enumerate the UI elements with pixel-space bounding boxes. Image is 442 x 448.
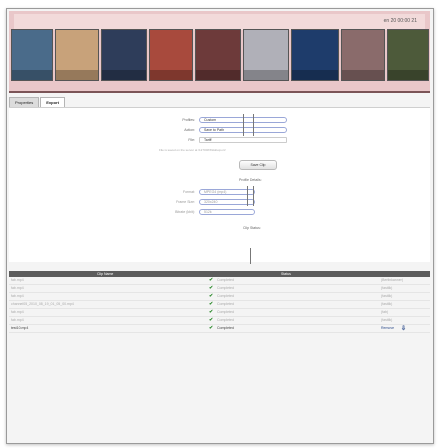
tab-export[interactable]: Export: [40, 97, 65, 107]
clip-name: fab.mp4: [11, 310, 24, 314]
clip-status: Completed: [217, 326, 234, 330]
check-icon: ✔: [209, 317, 214, 323]
clip-user: (fastilk): [381, 286, 393, 290]
check-icon: ✔: [209, 301, 214, 307]
divider: [243, 114, 244, 136]
frame-size-label: Frame Size:: [176, 200, 195, 204]
bitrate-label: Bitrate (kbit):: [175, 210, 195, 214]
table-row[interactable]: test10.mp4 ✔ Completed Remove ⇩: [9, 325, 430, 333]
check-icon: ✔: [209, 325, 214, 331]
filmstrip-timestamp: en 20 00:00 21: [383, 18, 417, 24]
video-thumbnail[interactable]: [387, 29, 429, 81]
clip-status: Completed: [217, 310, 234, 314]
divider: [253, 114, 254, 136]
format-label: Format:: [182, 190, 195, 194]
status-header[interactable]: Status: [281, 272, 291, 276]
clip-status: Completed: [217, 302, 234, 306]
clip-status: Completed: [217, 286, 234, 290]
table-row[interactable]: channel05_2010_08_19_01_05_00.mp4 ✔ Comp…: [9, 301, 430, 309]
clip-user: (fab): [381, 310, 389, 314]
clip-name: fab.mp4: [11, 278, 24, 282]
clip-status: Completed: [217, 294, 234, 298]
check-icon: ✔: [209, 277, 214, 283]
clip-status-heading: Clip Status:: [243, 226, 261, 230]
tab-bar: Properties Export: [9, 97, 66, 107]
bitrate-select[interactable]: 512k: [199, 209, 255, 215]
filmstrip-header: en 20 00:00 21: [14, 14, 425, 30]
divider: [253, 186, 254, 206]
divider: [247, 186, 248, 206]
video-thumbnail[interactable]: [149, 29, 193, 81]
profiles-label: Profiles:: [182, 118, 195, 122]
video-thumbnail[interactable]: [291, 29, 339, 81]
check-icon: ✔: [209, 309, 214, 315]
profile-details-heading: Profile Details:: [239, 178, 262, 182]
video-thumbnail[interactable]: [195, 29, 241, 81]
video-filmstrip: en 20 00:00 21: [9, 11, 430, 93]
table-row[interactable]: fab.mp4 ✔ Completed (fastilk): [9, 317, 430, 325]
check-icon: ✔: [209, 285, 214, 291]
file-label: File:: [188, 138, 195, 142]
clip-name: channel05_2010_08_19_01_05_00.mp4: [11, 302, 74, 306]
clip-user: (fastilk): [381, 302, 393, 306]
divider: [250, 248, 251, 264]
export-panel: Profiles: Custom Action: Save to Path Fi…: [9, 107, 430, 264]
table-row[interactable]: fab.mp4 ✔ Completed (Berlinkanner): [9, 277, 430, 285]
video-thumbnail[interactable]: [55, 29, 99, 81]
clip-name: fab.mp4: [11, 286, 24, 290]
download-icon[interactable]: ⇩: [401, 325, 406, 332]
tab-properties[interactable]: Properties: [9, 97, 40, 107]
clip-user: (fastilk): [381, 294, 393, 298]
video-thumbnail[interactable]: [341, 29, 385, 81]
clip-list: Clip Name Status fab.mp4 ✔ Completed (Be…: [9, 271, 430, 333]
action-label: Action:: [184, 128, 195, 132]
table-row[interactable]: fab.mp4 ✔ Completed (fastilk): [9, 293, 430, 301]
clip-user: (Berlinkanner): [381, 278, 403, 282]
video-thumbnail[interactable]: [101, 29, 147, 81]
clip-status: Completed: [217, 278, 234, 282]
clip-name: test10.mp4: [11, 326, 29, 330]
table-row[interactable]: fab.mp4 ✔ Completed (fab): [9, 309, 430, 317]
video-thumbnail[interactable]: [11, 29, 53, 81]
clip-name-header[interactable]: Clip Name: [97, 272, 113, 276]
clip-name: fab.mp4: [11, 294, 24, 298]
clip-status: Completed: [217, 318, 234, 322]
clip-name: fab.mp4: [11, 318, 24, 322]
check-icon: ✔: [209, 293, 214, 299]
save-clip-button[interactable]: Save Clip: [239, 160, 277, 170]
app-window: en 20 00:00 21 Properties Export Profile…: [6, 8, 434, 444]
clip-user: (fastilk): [381, 318, 393, 322]
table-row[interactable]: fab.mp4 ✔ Completed (fastilk): [9, 285, 430, 293]
file-hint: File is saved on the server at /12700/F8…: [159, 148, 226, 152]
remove-link[interactable]: Remove: [381, 326, 394, 330]
video-thumbnail[interactable]: [243, 29, 289, 81]
file-input[interactable]: Tariff: [199, 137, 287, 143]
